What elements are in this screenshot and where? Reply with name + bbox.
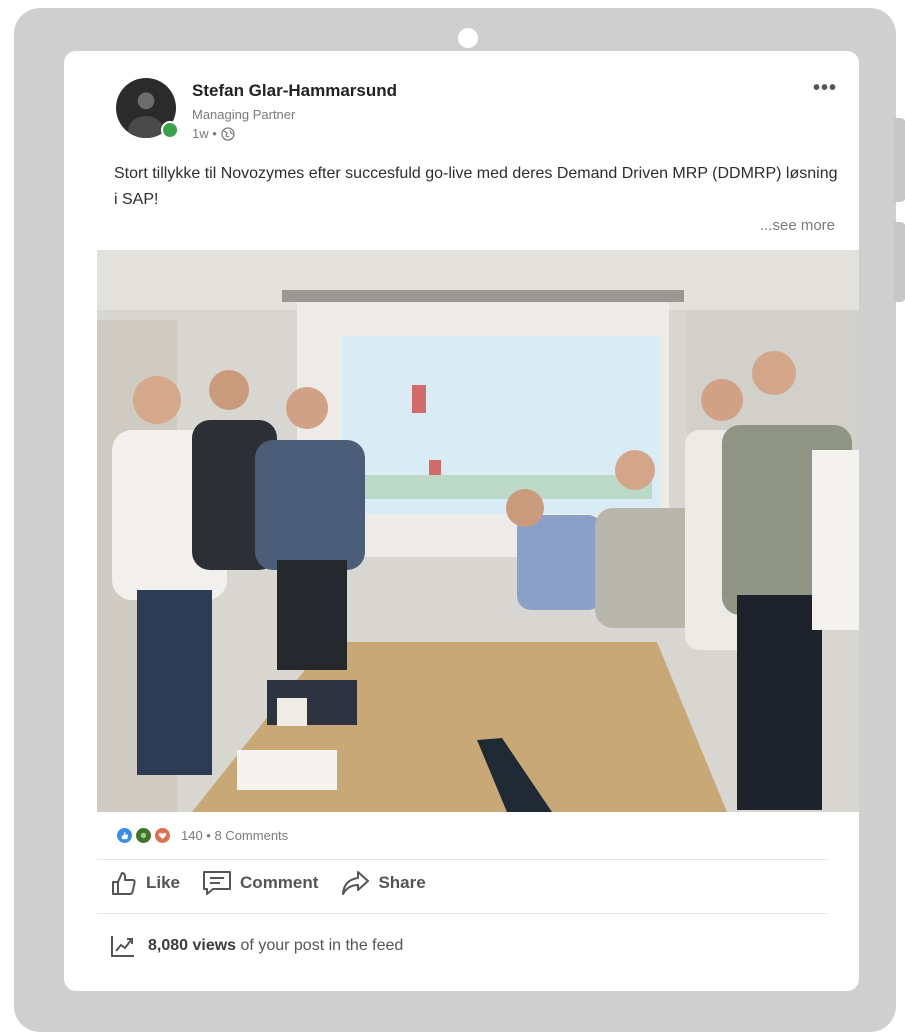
celebrate-icon [135, 827, 152, 844]
divider [97, 859, 827, 860]
post-meta: 1w • [192, 126, 235, 141]
like-button[interactable]: Like [110, 869, 180, 897]
views-count: 8,080 views [148, 937, 237, 954]
author-name[interactable]: Stefan Glar-Hammarsund [192, 81, 397, 101]
volume-up-button [894, 118, 905, 202]
reactions-summary[interactable]: 140 • 8 Comments [116, 827, 288, 844]
post-photo[interactable] [97, 250, 859, 812]
analytics-chart-icon [111, 936, 134, 957]
views-text: 8,080 views of your post in the feed [148, 937, 403, 955]
thumbs-up-icon [112, 872, 136, 895]
post-time: 1w • [192, 126, 217, 141]
comment-icon [203, 871, 232, 895]
share-label: Share [378, 873, 426, 892]
globe-icon [221, 126, 235, 141]
share-button[interactable]: Share [340, 870, 426, 896]
views-suffix: of your post in the feed [240, 937, 404, 954]
reaction-comment-count[interactable]: 140 • 8 Comments [181, 828, 288, 843]
more-options-icon[interactable]: ••• [813, 77, 837, 100]
share-arrow-icon [342, 871, 370, 895]
see-more-link[interactable]: ...see more [760, 217, 835, 234]
post-actions: Like Comment Share [110, 869, 426, 897]
divider [97, 913, 827, 914]
comment-label: Comment [240, 873, 319, 892]
post-text: Stort tillykke til Novozymes efter succe… [114, 165, 838, 208]
like-label: Like [146, 873, 181, 892]
post-analytics[interactable]: 8,080 views of your post in the feed [110, 934, 403, 958]
like-icon [116, 827, 133, 844]
love-icon [154, 827, 171, 844]
volume-down-button [894, 222, 905, 302]
camera-dot [458, 28, 478, 48]
author-title: Managing Partner [192, 107, 296, 122]
online-status-dot [161, 121, 179, 139]
team-photo-illustration [97, 250, 859, 812]
linkedin-post-card: Stefan Glar-Hammarsund Managing Partner … [64, 51, 859, 991]
comment-button[interactable]: Comment [202, 870, 318, 896]
